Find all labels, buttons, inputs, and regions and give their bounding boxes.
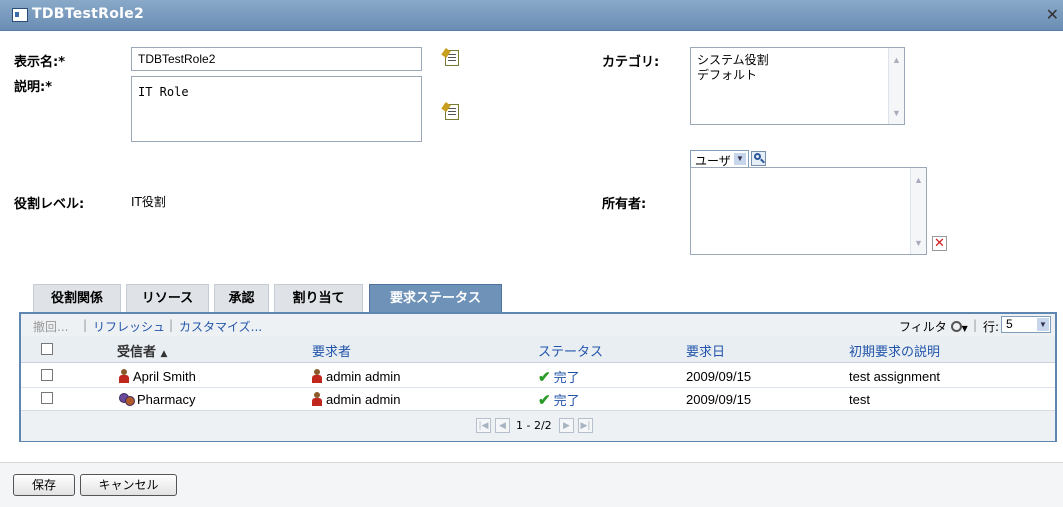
category-label: カテゴリ: <box>602 55 660 70</box>
description-textarea[interactable]: IT Role <box>131 76 422 142</box>
close-icon[interactable]: ✕ <box>1046 5 1059 24</box>
chevron-down-icon[interactable]: ▼ <box>1037 318 1049 331</box>
scroll-down-icon[interactable]: ▼ <box>914 239 923 248</box>
column-recipient[interactable]: 受信者 ▲ <box>117 341 167 360</box>
select-all-checkbox[interactable] <box>41 343 53 355</box>
display-name-label: 表示名:* <box>14 55 65 70</box>
category-option[interactable]: システム役割 <box>697 53 898 68</box>
chevron-down-icon[interactable]: ▼ <box>734 153 746 165</box>
customize-link[interactable]: カスタマイズ... <box>179 318 262 335</box>
localize-icon[interactable] <box>445 104 459 120</box>
owner-type-select[interactable]: ユーザ ▼ <box>690 150 749 168</box>
recipient-cell[interactable]: April Smith <box>119 369 196 384</box>
check-icon: ✔ <box>538 392 551 409</box>
column-description[interactable]: 初期要求の説明 <box>849 341 940 360</box>
cancel-button[interactable]: キャンセル <box>80 474 177 496</box>
rows-value: 5 <box>1006 317 1013 331</box>
requester-cell[interactable]: admin admin <box>312 369 400 384</box>
page-indicator: 1 - 2/2 <box>516 419 552 432</box>
description-label: 説明:* <box>14 80 52 95</box>
tab-resources[interactable]: リソース <box>126 284 209 312</box>
description-value: IT Role <box>138 85 189 99</box>
next-page-icon[interactable]: ▶ <box>559 418 574 433</box>
description-cell: test <box>849 392 870 407</box>
withdraw-link[interactable]: 撤回... <box>33 318 68 335</box>
column-status[interactable]: ステータス <box>538 341 603 360</box>
display-name-input[interactable]: TDBTestRole2 <box>131 47 422 71</box>
first-page-icon[interactable]: |◀ <box>476 418 491 433</box>
user-icon <box>119 369 129 383</box>
previous-page-icon[interactable]: ◀ <box>495 418 510 433</box>
localize-icon[interactable] <box>445 50 459 66</box>
scroll-up-icon[interactable]: ▲ <box>914 176 923 185</box>
chevron-down-icon: ▼ <box>961 324 968 333</box>
column-request-date[interactable]: 要求日 <box>686 341 725 360</box>
request-status-panel: 撤回... | リフレッシュ | カスタマイズ... フィルタ ▼ | 行: 5… <box>19 312 1057 442</box>
table-row: April Smith admin admin ✔ 完了 2009/09/15 t… <box>21 365 1055 388</box>
tab-role-relationships[interactable]: 役割関係 <box>33 284 121 312</box>
table-header: 受信者 ▲ 要求者 ステータス 要求日 初期要求の説明 <box>21 336 1055 363</box>
user-icon <box>312 369 322 383</box>
pagination: |◀ ◀ 1 - 2/2 ▶ ▶| <box>21 410 1055 441</box>
rows-per-page-select[interactable]: 5 ▼ <box>1001 316 1051 333</box>
table-toolbar: 撤回... | リフレッシュ | カスタマイズ... フィルタ ▼ | 行: 5… <box>21 314 1055 336</box>
status-cell[interactable]: ✔ 完了 <box>538 390 580 409</box>
filter-icon <box>950 321 962 332</box>
role-level-label: 役割レベル: <box>14 197 85 212</box>
scroll-up-icon[interactable]: ▲ <box>892 56 901 65</box>
tab-request-status[interactable]: 要求ステータス <box>369 284 502 313</box>
owner-listbox[interactable]: ▲ ▼ <box>690 167 927 255</box>
owner-scrollbar[interactable]: ▲ ▼ <box>910 168 926 254</box>
date-cell: 2009/09/15 <box>686 392 752 407</box>
window-title: TDBTestRole2 <box>32 6 145 22</box>
save-button[interactable]: 保存 <box>13 474 75 496</box>
window-title-bar: TDBTestRole2 ✕ <box>0 0 1063 31</box>
owner-type-value: ユーザ <box>695 154 731 168</box>
category-listbox[interactable]: システム役割 デフォルト ▲ ▼ <box>690 47 905 125</box>
rows-label: 行: <box>983 320 1000 334</box>
scroll-down-icon[interactable]: ▼ <box>892 109 901 118</box>
tab-approval[interactable]: 承認 <box>214 284 269 312</box>
role-icon <box>12 8 28 22</box>
row-checkbox[interactable] <box>41 392 53 404</box>
check-icon: ✔ <box>538 369 551 386</box>
table-row: Pharmacy admin admin ✔ 完了 2009/09/15 test <box>21 388 1055 411</box>
last-page-icon[interactable]: ▶| <box>578 418 593 433</box>
tab-assignments[interactable]: 割り当て <box>274 284 363 312</box>
refresh-link[interactable]: リフレッシュ <box>93 318 165 335</box>
display-name-value: TDBTestRole2 <box>138 52 216 66</box>
filter-label: フィルタ <box>899 320 947 334</box>
sort-ascending-icon: ▲ <box>160 349 168 359</box>
filter-button[interactable]: フィルタ ▼ <box>899 318 968 335</box>
remove-owner-icon[interactable]: ✕ <box>932 236 947 251</box>
search-icon[interactable] <box>751 151 766 166</box>
requester-cell[interactable]: admin admin <box>312 392 400 407</box>
description-cell: test assignment <box>849 369 941 384</box>
category-scrollbar[interactable]: ▲ ▼ <box>888 48 904 124</box>
row-checkbox[interactable] <box>41 369 53 381</box>
owner-label: 所有者: <box>602 197 647 212</box>
user-icon <box>312 392 322 406</box>
column-requester[interactable]: 要求者 <box>312 341 351 360</box>
group-icon <box>119 392 135 406</box>
role-level-value: IT役割 <box>131 195 166 209</box>
status-cell[interactable]: ✔ 完了 <box>538 367 580 386</box>
recipient-cell[interactable]: Pharmacy <box>119 392 196 407</box>
date-cell: 2009/09/15 <box>686 369 752 384</box>
category-option[interactable]: デフォルト <box>697 68 898 83</box>
